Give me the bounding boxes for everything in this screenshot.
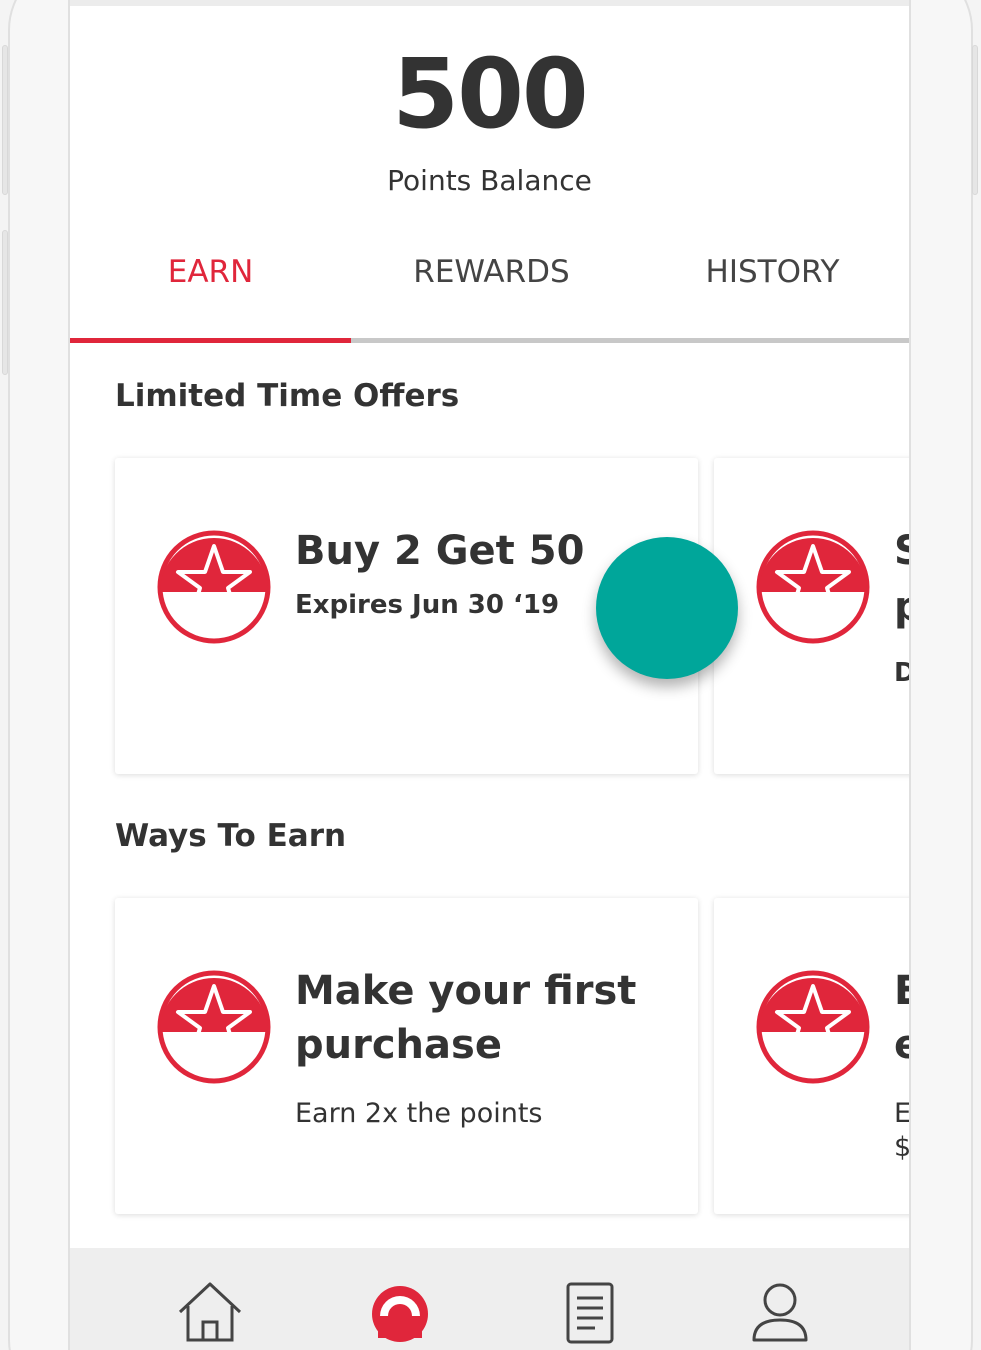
offer-card-title-line2: p	[894, 584, 909, 630]
points-balance-value: 500	[392, 38, 588, 150]
earn-card[interactable]: Make your first purchase Earn 2x the poi…	[115, 898, 698, 1214]
offer-card-title-line1: S	[894, 528, 909, 574]
star-badge-icon	[157, 530, 271, 644]
offer-card-expiry: D	[894, 658, 909, 688]
earn-card-description-line1: E	[894, 1098, 911, 1129]
earn-card-title-line1: E	[894, 968, 909, 1014]
tab-active-indicator	[70, 338, 351, 343]
receipt-icon	[566, 1282, 614, 1344]
nav-rewards[interactable]	[360, 1276, 440, 1346]
earn-card-description-line2: $	[894, 1132, 911, 1163]
tab-earn[interactable]: EARN	[70, 250, 351, 344]
volume-up-button	[2, 45, 8, 195]
header-divider	[70, 0, 909, 6]
tab-bar: EARN REWARDS HISTORY	[70, 250, 909, 344]
home-icon	[178, 1282, 242, 1342]
floating-action-button[interactable]	[596, 537, 738, 679]
rewards-badge-icon	[372, 1286, 428, 1342]
earn-card-title-line2: e	[894, 1022, 909, 1068]
nav-home[interactable]	[170, 1276, 250, 1346]
nav-profile[interactable]	[740, 1276, 820, 1346]
nav-receipts[interactable]	[550, 1276, 630, 1346]
section-title-limited-offers: Limited Time Offers	[115, 378, 460, 414]
volume-down-button	[2, 230, 8, 375]
star-badge-icon	[756, 530, 870, 644]
section-title-ways-to-earn: Ways To Earn	[115, 818, 347, 854]
earn-card-title-line2: purchase	[295, 1022, 502, 1068]
tab-rewards[interactable]: REWARDS	[351, 250, 632, 344]
app-screen: 500 Points Balance EARN REWARDS HISTORY …	[68, 0, 911, 1350]
bottom-nav	[70, 1248, 909, 1350]
star-badge-icon	[157, 970, 271, 1084]
points-balance-label: Points Balance	[387, 164, 592, 197]
power-button	[972, 45, 978, 195]
tab-history[interactable]: HISTORY	[632, 250, 909, 344]
star-badge-icon	[756, 970, 870, 1084]
earn-card-title-line1: Make your first	[295, 968, 637, 1014]
offer-card-expiry: Expires Jun 30 ‘19	[295, 590, 560, 620]
offer-card[interactable]: S p D	[714, 458, 909, 774]
earn-card-description: Earn 2x the points	[295, 1098, 543, 1129]
earn-card[interactable]: E e E $	[714, 898, 911, 1214]
profile-icon	[752, 1283, 808, 1342]
offer-card-title: Buy 2 Get 50	[295, 528, 585, 574]
